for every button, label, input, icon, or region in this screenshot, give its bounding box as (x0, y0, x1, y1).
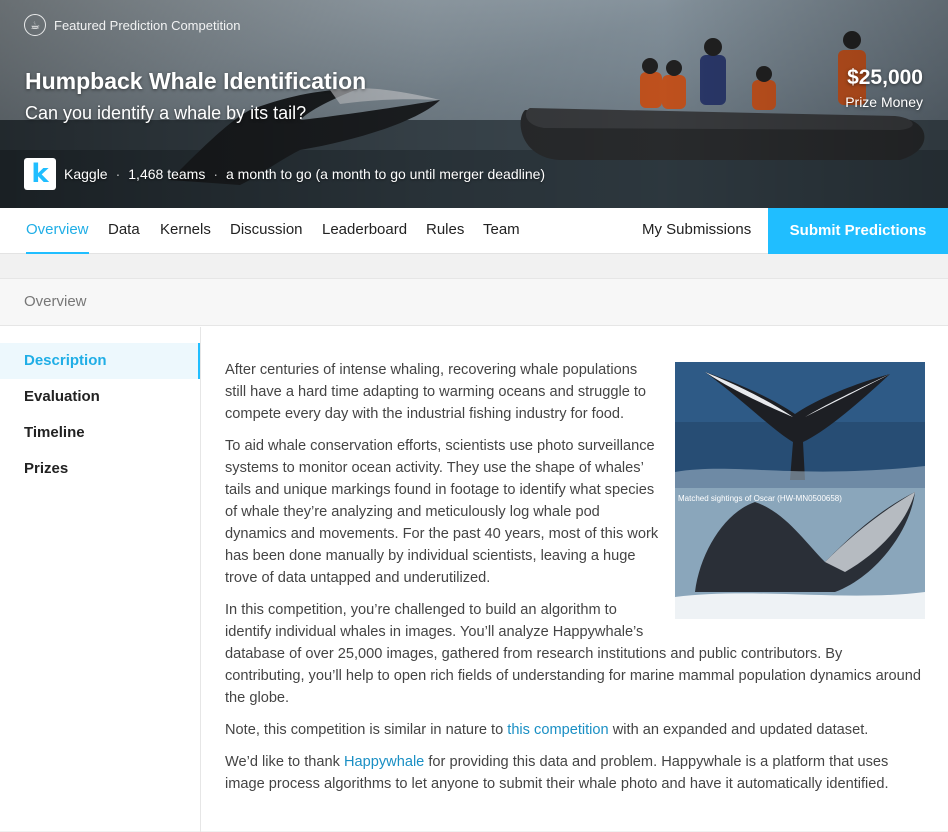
tab-data[interactable]: Data (108, 208, 140, 254)
competition-header: ☕ Featured Prediction Competition Humpba… (0, 0, 948, 208)
paragraph-text: We’d like to thank (225, 754, 344, 770)
kaggle-logo-icon[interactable]: k (24, 158, 56, 190)
nav-evaluation[interactable]: Evaluation (0, 379, 200, 415)
tab-kernels[interactable]: Kernels (160, 208, 211, 254)
happywhale-link[interactable]: Happywhale (344, 754, 424, 770)
deadline-text: a month to go (a month to go until merge… (226, 166, 546, 182)
prize-amount: $25,000 (847, 66, 923, 89)
trophy-icon: ☕ (24, 14, 46, 36)
description-paragraph: We’d like to thank Happywhale for provid… (225, 751, 925, 795)
submit-predictions-button[interactable]: Submit Predictions (768, 208, 948, 254)
competition-subtitle: Can you identify a whale by its tail? (25, 103, 307, 123)
nav-timeline[interactable]: Timeline (0, 415, 200, 451)
tab-overview[interactable]: Overview (26, 208, 89, 254)
tab-team[interactable]: Team (483, 208, 520, 254)
my-submissions-link[interactable]: My Submissions (642, 208, 751, 254)
card-heading: Overview (0, 279, 948, 326)
team-count[interactable]: 1,468 teams (128, 166, 205, 182)
paragraph-text: with an expanded and updated dataset. (608, 722, 869, 738)
description-paragraph: Note, this competition is similar in nat… (225, 719, 925, 741)
whale-tail-photo: Matched sightings of Oscar (HW-MN0500658… (675, 362, 925, 619)
host-name[interactable]: Kaggle (64, 166, 108, 182)
prize-info: $25,000 Prize Money (845, 66, 923, 110)
similar-competition-link[interactable]: this competition (507, 722, 608, 738)
meta-separator: · (115, 166, 121, 182)
competition-title: Humpback Whale Identification (25, 68, 367, 94)
tab-discussion[interactable]: Discussion (230, 208, 303, 254)
nav-prizes[interactable]: Prizes (0, 451, 200, 487)
paragraph-text: Note, this competition is similar in nat… (225, 722, 508, 738)
description-content: Matched sightings of Oscar (HW-MN0500658… (225, 359, 925, 805)
competition-type-badge: ☕ Featured Prediction Competition (24, 14, 240, 36)
prize-label: Prize Money (845, 94, 923, 110)
overview-card: Overview Description Evaluation Timeline… (0, 278, 948, 832)
photo-caption: Matched sightings of Oscar (HW-MN0500658… (678, 494, 842, 503)
tab-rules[interactable]: Rules (426, 208, 464, 254)
nav-description[interactable]: Description (0, 343, 200, 379)
tab-leaderboard[interactable]: Leaderboard (322, 208, 407, 254)
meta-separator: · (213, 166, 218, 182)
competition-meta: k Kaggle · 1,468 teams · a month to go (… (24, 158, 545, 190)
competition-tab-bar: Overview Data Kernels Discussion Leaderb… (0, 208, 948, 254)
overview-side-nav: Description Evaluation Timeline Prizes (0, 327, 201, 832)
competition-type-label: Featured Prediction Competition (54, 17, 241, 33)
